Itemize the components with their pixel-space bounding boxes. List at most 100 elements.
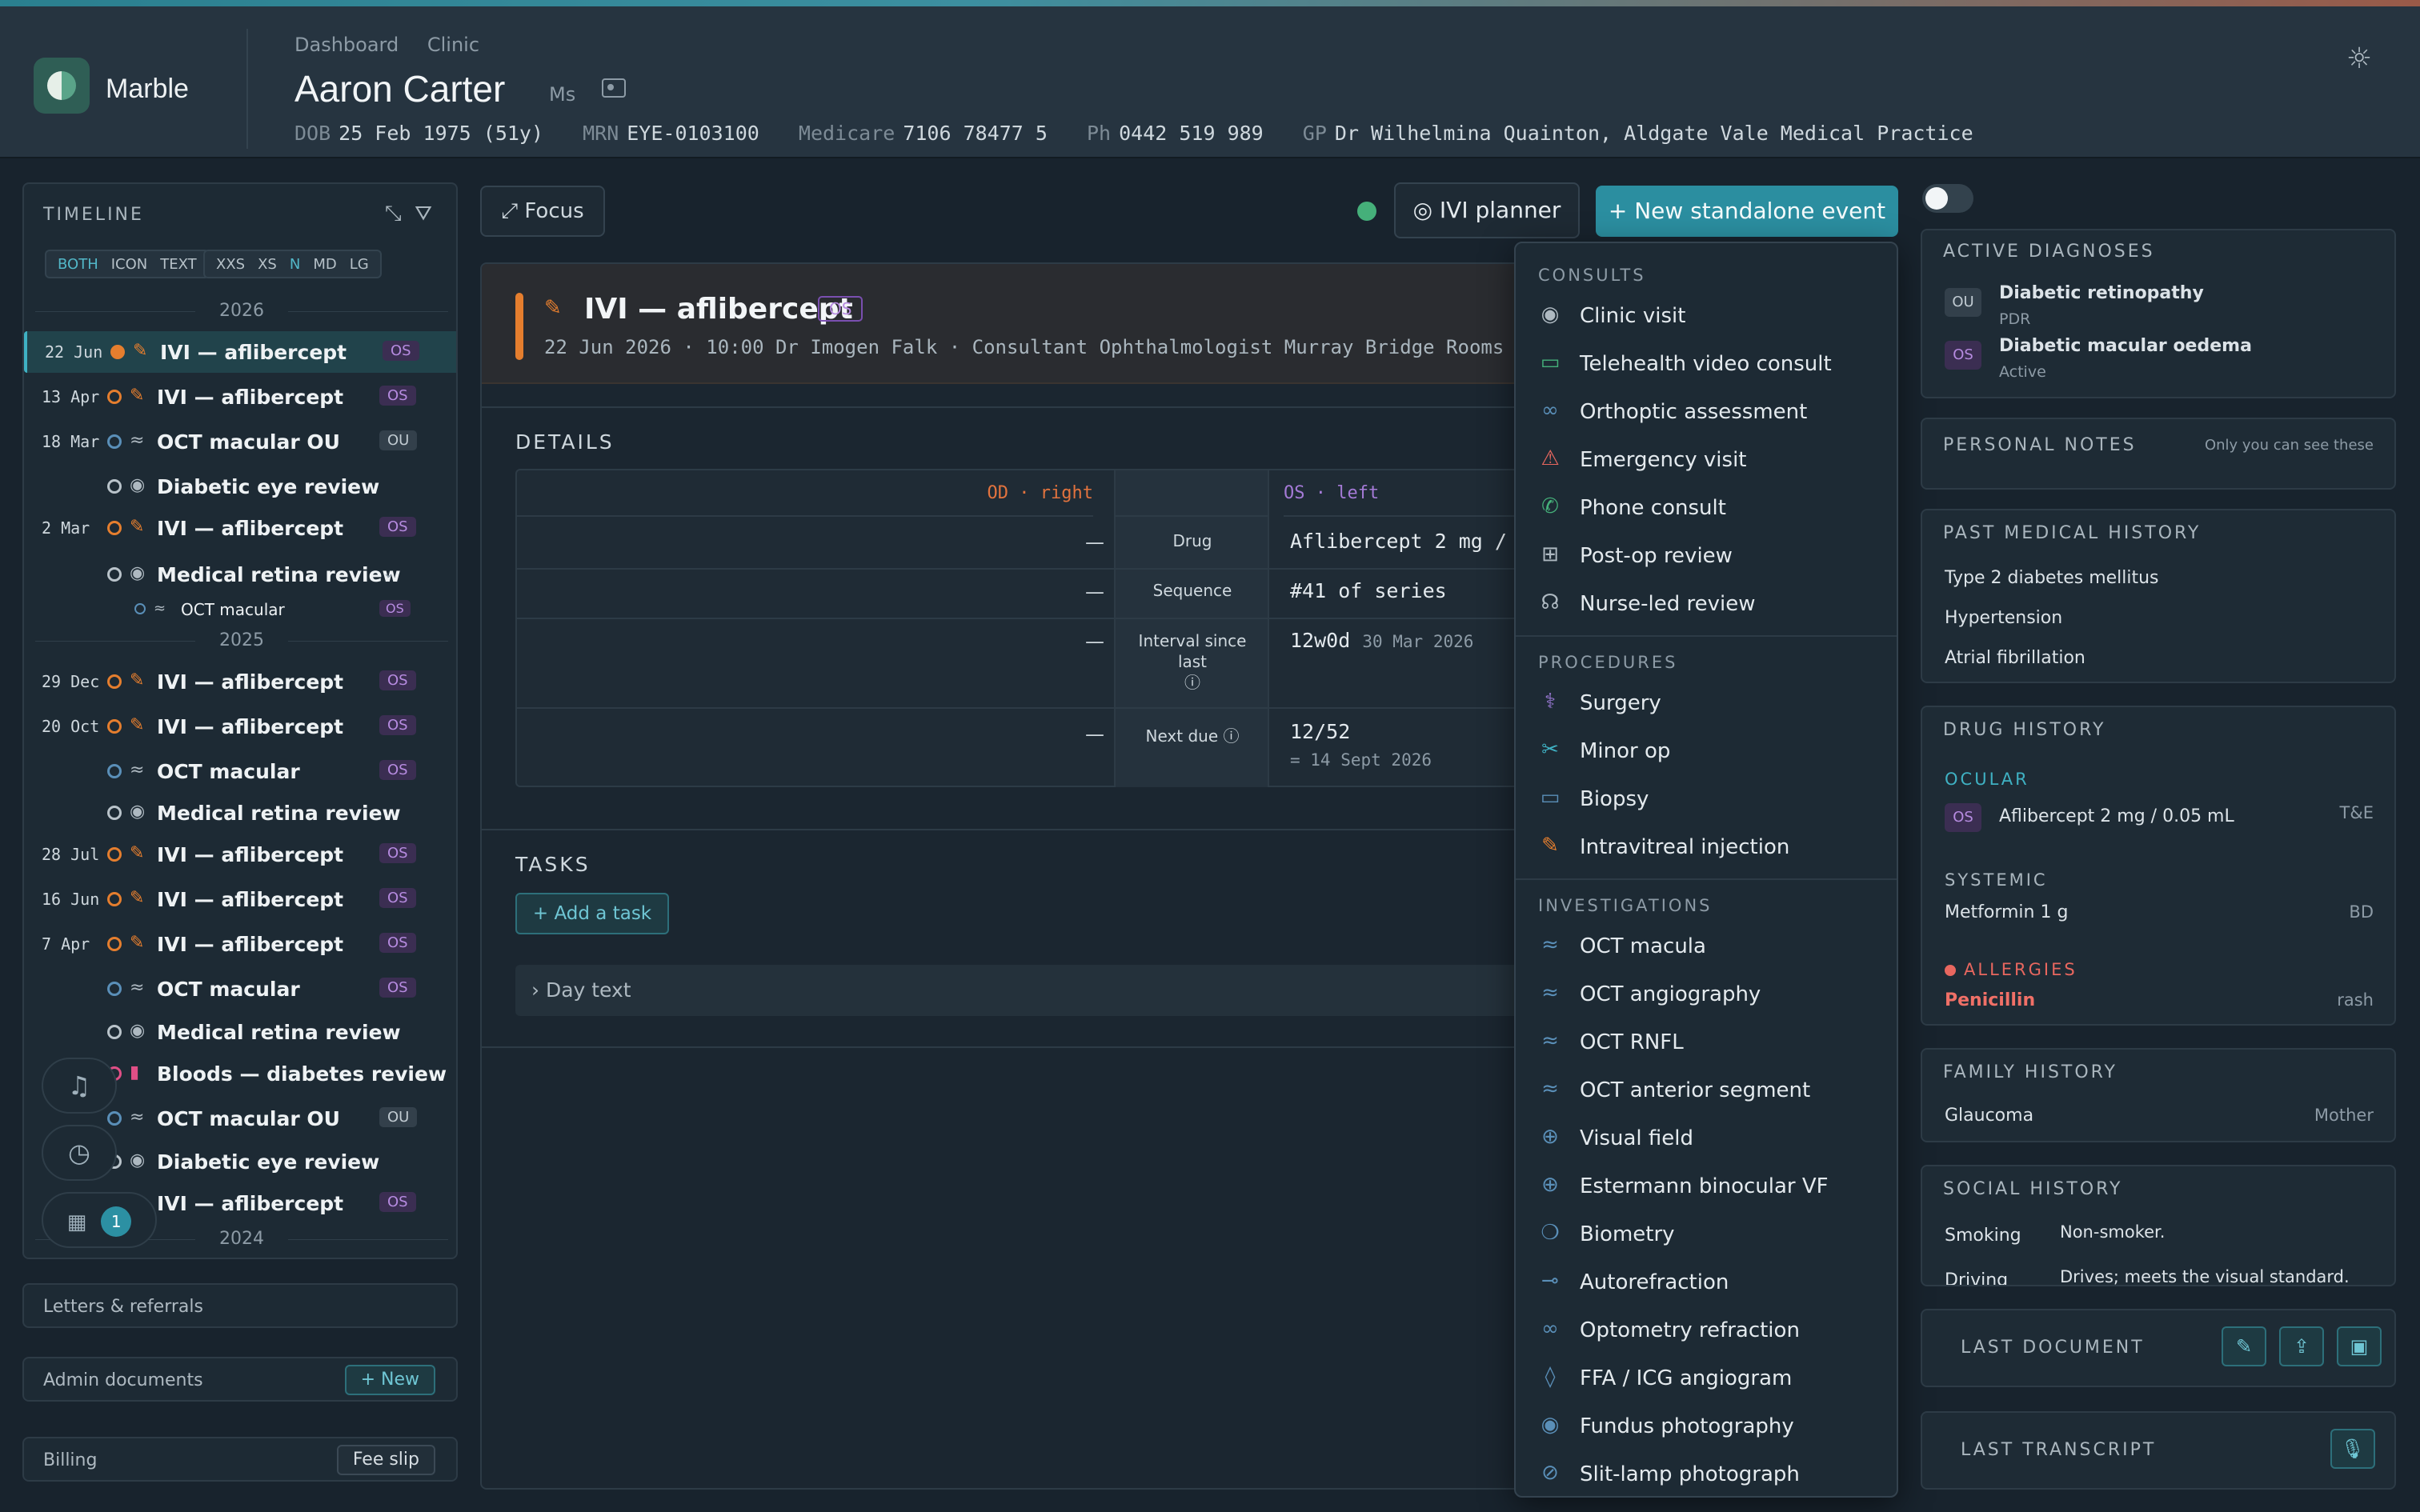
new-admin-document-button[interactable]: + New — [344, 1365, 435, 1395]
event-date: 16 Jun — [42, 890, 100, 909]
calendar-button[interactable]: ▦ 1 — [42, 1192, 157, 1248]
status-dot-icon — [107, 937, 122, 951]
edit-icon[interactable]: ✎ — [2222, 1326, 2266, 1366]
chevron-down-icon[interactable]: ⌄ — [383, 565, 395, 582]
menu-item-nurse-led[interactable]: ☊ Nurse-led review — [1516, 581, 1897, 627]
timeline-event[interactable]: ◉ Diabetic eye review — [24, 466, 456, 507]
menu-item-oct-rnfl[interactable]: ≈ OCT RNFL — [1516, 1019, 1897, 1066]
panel-toggle-switch[interactable] — [1922, 184, 1973, 213]
day-text-expander[interactable]: › Day text — [515, 965, 1527, 1016]
allergies-label: ALLERGIES — [1964, 960, 2077, 979]
menu-item-visual-field[interactable]: ⊕ Visual field — [1516, 1115, 1897, 1162]
timeline-event[interactable]: 16 Jun ✎ IVI — aflibercept OS — [24, 878, 456, 920]
menu-item-biopsy[interactable]: ▭ Biopsy — [1516, 776, 1897, 822]
personal-notes-card[interactable]: PERSONAL NOTES Only you can see these — [1921, 418, 2396, 490]
size-n[interactable]: N — [283, 256, 307, 273]
menu-item-biometry[interactable]: ❍ Biometry — [1516, 1211, 1897, 1258]
size-xxs[interactable]: XXS — [210, 256, 251, 273]
timeline-event[interactable]: 20 Oct ✎ IVI — aflibercept OS — [24, 706, 456, 747]
size-lg[interactable]: LG — [343, 256, 375, 273]
timeline-event[interactable]: ◉ Medical retina review — [24, 1011, 456, 1053]
ocular-drug[interactable]: Aflibercept 2 mg / 0.05 mL — [1999, 806, 2234, 826]
timeline-event[interactable]: ≈ OCT macular OS — [24, 750, 456, 792]
timeline-event[interactable]: ◉ Medical retina review — [24, 792, 456, 834]
admin-documents-panel[interactable]: Admin documents + New — [22, 1357, 458, 1402]
info-icon[interactable]: ⓘ — [1223, 726, 1239, 746]
diagnosis-name[interactable]: Diabetic retinopathy — [1999, 283, 2204, 303]
breadcrumb-dashboard[interactable]: Dashboard — [294, 34, 399, 56]
size-md[interactable]: MD — [307, 256, 343, 273]
view-mode-icon[interactable]: ICON — [105, 256, 154, 273]
menu-item-oct-anterior-segment[interactable]: ≈ OCT anterior segment — [1516, 1067, 1897, 1114]
diagnosis-name[interactable]: Diabetic macular oedema — [1999, 336, 2252, 356]
menu-item-label: Minor op — [1580, 739, 1671, 763]
menu-item-intravitreal-injection[interactable]: ✎ Intravitreal injection — [1516, 824, 1897, 870]
theme-sun-icon[interactable]: ☼ — [2343, 43, 2375, 75]
menu-item-oct-angiography[interactable]: ≈ OCT angiography — [1516, 971, 1897, 1018]
os-drug-value[interactable]: Aflibercept 2 mg / — [1290, 530, 1507, 553]
letters-referrals-panel[interactable]: Letters & referrals — [22, 1283, 458, 1328]
timeline-event[interactable]: 7 Apr ✎ IVI — aflibercept OS — [24, 923, 456, 965]
collapse-icon[interactable]: ⤡ — [385, 202, 402, 226]
fee-slip-button[interactable]: Fee slip — [336, 1445, 435, 1475]
size-xs[interactable]: XS — [251, 256, 283, 273]
new-standalone-event-button[interactable]: + New standalone event — [1596, 186, 1898, 237]
social-value: Drives; meets the visual standard. — [2060, 1267, 2350, 1286]
app-logo[interactable] — [34, 58, 90, 114]
last-transcript-card[interactable]: LAST TRANSCRIPT 🎙 — [1921, 1411, 2396, 1490]
menu-item-minor-op[interactable]: ✂ Minor op — [1516, 728, 1897, 774]
menu-item-slit-lamp[interactable]: ⊘ Slit-lamp photograph — [1516, 1451, 1897, 1496]
filter-icon[interactable]: ⛛ — [415, 202, 432, 226]
status-dot-icon — [107, 521, 122, 535]
menu-item-surgery[interactable]: ⚕ Surgery — [1516, 680, 1897, 726]
view-mode-both[interactable]: BOTH — [51, 256, 105, 273]
timeline-event[interactable]: 18 Mar ≈ OCT macular OU OU — [24, 421, 456, 462]
menu-item-optometry-refraction[interactable]: ∞ Optometry refraction — [1516, 1307, 1897, 1354]
timeline-event[interactable]: ≈ OCT macular OS — [24, 968, 456, 1010]
view-mode-text[interactable]: TEXT — [154, 256, 202, 273]
diagnosis-status: PDR — [1999, 310, 2031, 328]
syringe-icon: ✎ — [130, 517, 145, 537]
upload-icon[interactable]: ⇪ — [2279, 1326, 2324, 1366]
menu-item-clinic-visit[interactable]: ◉ Clinic visit — [1516, 293, 1897, 339]
menu-section-investigations: INVESTIGATIONS — [1538, 896, 1713, 915]
menu-item-autorefraction[interactable]: ⊸ Autorefraction — [1516, 1259, 1897, 1306]
menu-item-oct-macula[interactable]: ≈ OCT macula — [1516, 923, 1897, 970]
notifications-button[interactable]: ♫ — [42, 1058, 117, 1114]
focus-button[interactable]: ⤢ Focus — [480, 186, 605, 237]
info-icon[interactable]: ⓘ — [1184, 673, 1200, 692]
timeline-event[interactable]: 29 Dec ✎ IVI — aflibercept OS — [24, 661, 456, 702]
screen-icon[interactable]: ▣ — [2337, 1326, 2382, 1366]
timeline-event[interactable]: ◉ Medical retina review ⌄ — [24, 554, 456, 595]
menu-item-emergency[interactable]: ⚠ Emergency visit — [1516, 437, 1897, 483]
ivi-planner-button[interactable]: ◎ IVI planner — [1394, 182, 1580, 238]
eye-tag: OS — [818, 296, 863, 322]
timeline-event[interactable]: 13 Apr ✎ IVI — aflibercept OS — [24, 376, 456, 418]
systemic-drug[interactable]: Metformin 1 g — [1945, 902, 2068, 922]
menu-item-orthoptic[interactable]: ∞ Orthoptic assessment — [1516, 389, 1897, 435]
menu-item-phone[interactable]: ✆ Phone consult — [1516, 485, 1897, 531]
last-document-card[interactable]: LAST DOCUMENT ✎ ⇪ ▣ — [1921, 1309, 2396, 1387]
history-button[interactable]: ◷ — [42, 1125, 117, 1181]
menu-item-label: Nurse-led review — [1580, 592, 1756, 616]
timeline-sub-event[interactable]: ≈ OCT macular OS — [24, 594, 456, 626]
breadcrumb-clinic[interactable]: Clinic — [427, 34, 479, 56]
menu-item-telehealth[interactable]: ▭ Telehealth video consult — [1516, 341, 1897, 387]
menu-item-fundus-photography[interactable]: ◉ Fundus photography — [1516, 1403, 1897, 1450]
menu-item-post-op[interactable]: ⊞ Post-op review — [1516, 533, 1897, 579]
allergy-alert-icon — [1945, 965, 1956, 976]
microphone-icon[interactable]: 🎙 — [2330, 1429, 2375, 1469]
menu-item-ffa-icg[interactable]: ◊ FFA / ICG angiogram — [1516, 1355, 1897, 1402]
allergy-name[interactable]: Penicillin — [1945, 990, 2035, 1010]
timeline-event[interactable]: 2 Mar ✎ IVI — aflibercept OS — [24, 507, 456, 549]
systemic-frequency: BD — [2349, 902, 2374, 922]
timeline-event[interactable]: 28 Jul ✎ IVI — aflibercept OS — [24, 834, 456, 875]
timeline-event[interactable]: 22 Jun ✎ IVI — aflibercept OS — [24, 331, 456, 373]
patient-demographics: DOB 25 Feb 1975 (51y) MRN EYE-0103100 Medi… — [294, 122, 2001, 145]
menu-item-estermann-vf[interactable]: ⊕ Estermann binocular VF — [1516, 1163, 1897, 1210]
billing-panel[interactable]: Billing Fee slip — [22, 1437, 458, 1482]
add-task-button[interactable]: + Add a task — [515, 893, 669, 934]
past-medical-history-card: PAST MEDICAL HISTORY Type 2 diabetes mel… — [1921, 509, 2396, 683]
os-interval-value: 12w0d 30 Mar 2026 — [1290, 629, 1473, 652]
id-card-icon[interactable] — [602, 78, 626, 98]
